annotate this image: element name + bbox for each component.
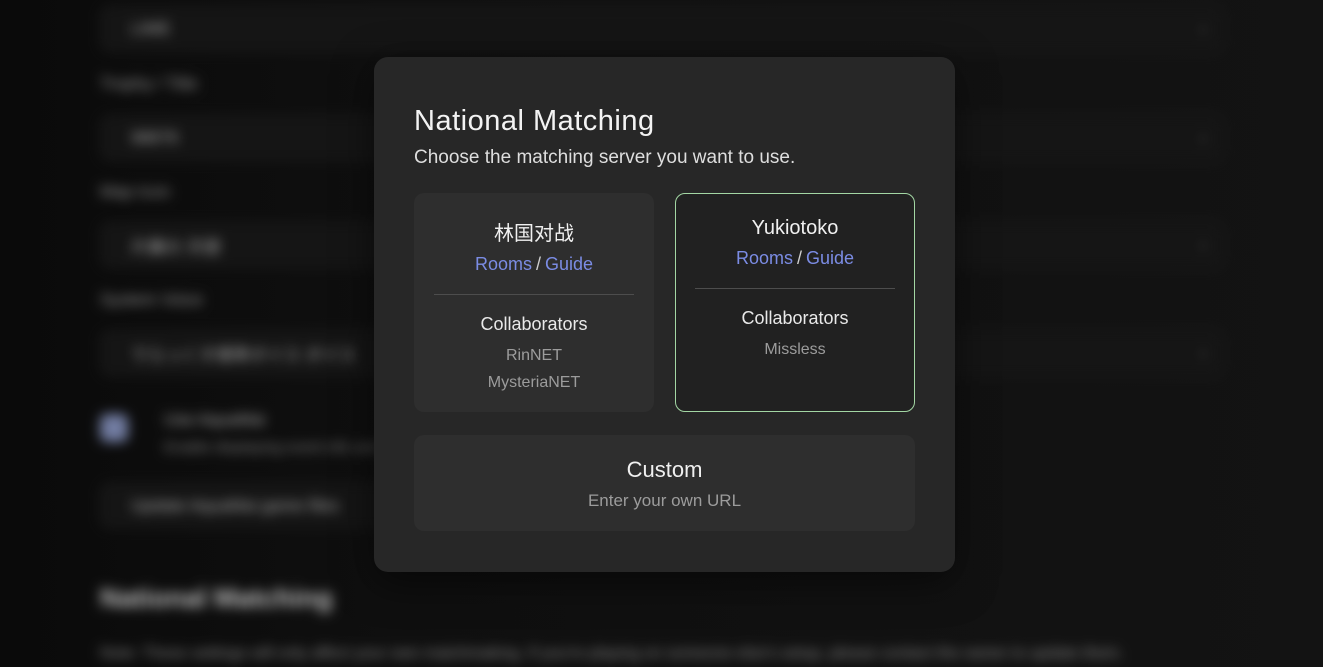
- server-name: Yukiotoko: [676, 217, 914, 240]
- server-links: Rooms/Guide: [415, 254, 653, 275]
- links-separator: /: [797, 248, 802, 268]
- server-card-linguo[interactable]: 林国对战 Rooms/Guide Collaborators RinNET My…: [414, 193, 654, 412]
- modal-subtitle: Choose the matching server you want to u…: [414, 147, 915, 169]
- chevron-down-icon: ›: [1200, 128, 1206, 149]
- links-separator: /: [536, 254, 541, 274]
- collaborators-label: Collaborators: [676, 308, 914, 329]
- divider: [434, 294, 634, 295]
- divider: [695, 288, 895, 289]
- modal-title: National Matching: [414, 105, 915, 137]
- guide-link[interactable]: Guide: [806, 248, 854, 268]
- select-value: 片翼の 天使: [131, 233, 221, 258]
- select-value: LIME: [131, 19, 171, 39]
- field-label: System Voice: [100, 290, 203, 310]
- chevron-down-icon: ›: [1200, 19, 1206, 40]
- server-card-row: 林国对战 Rooms/Guide Collaborators RinNET My…: [414, 193, 915, 412]
- national-matching-modal: National Matching Choose the matching se…: [374, 57, 955, 572]
- chevron-down-icon: ›: [1200, 343, 1206, 364]
- custom-title: Custom: [414, 435, 915, 483]
- select-value: 98876: [131, 128, 178, 148]
- server-card-yukiotoko[interactable]: Yukiotoko Rooms/Guide Collaborators Miss…: [675, 193, 915, 412]
- field-label: Trophy / Title: [100, 74, 198, 94]
- rooms-link[interactable]: Rooms: [736, 248, 793, 268]
- collaborator-name: Missless: [676, 336, 914, 363]
- server-card-custom[interactable]: Custom Enter your own URL: [414, 435, 915, 531]
- rooms-link[interactable]: Rooms: [475, 254, 532, 274]
- checkbox[interactable]: [100, 414, 128, 442]
- chevron-down-icon: ›: [1200, 235, 1206, 256]
- collaborator-name: MysteriaNET: [415, 369, 653, 396]
- collaborator-name: RinNET: [415, 342, 653, 369]
- guide-link[interactable]: Guide: [545, 254, 593, 274]
- select-value: でらっくす標準ボイス ボイス: [131, 341, 356, 366]
- field-label: Map Icon: [100, 182, 170, 202]
- select-input[interactable]: LIME ›: [100, 6, 1223, 52]
- server-name: 林国对战: [415, 217, 653, 246]
- note-text: Note: These settings will only affect yo…: [100, 645, 1123, 663]
- custom-subtitle: Enter your own URL: [414, 491, 915, 511]
- section-heading: National Matching: [100, 583, 333, 614]
- server-links: Rooms/Guide: [676, 248, 914, 269]
- collaborators-label: Collaborators: [415, 314, 653, 335]
